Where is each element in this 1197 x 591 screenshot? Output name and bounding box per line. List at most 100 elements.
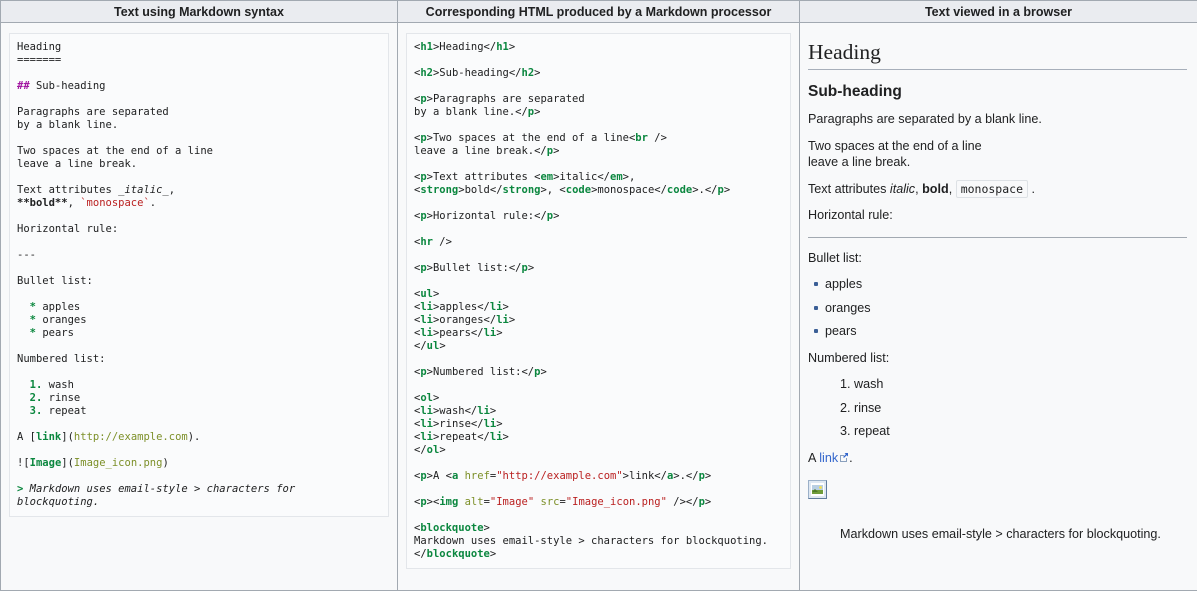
code-line: ![Image](Image_icon.png) xyxy=(17,457,381,470)
attr-prefix: Text attributes xyxy=(808,182,890,196)
code-line: <p>Horizontal rule:</p> xyxy=(414,210,783,223)
code-line xyxy=(414,197,783,210)
code-line xyxy=(17,171,381,184)
code-line xyxy=(17,132,381,145)
bold-sample: bold xyxy=(922,182,949,196)
monospace-sample: monospace xyxy=(956,180,1028,198)
code-line: <ol> xyxy=(414,392,783,405)
markdown-source-cell: Heading======= ## Sub-heading Paragraphs a… xyxy=(1,23,398,591)
markdown-source-code: Heading======= ## Sub-heading Paragraphs a… xyxy=(17,41,381,509)
code-line: <li>repeat</li> xyxy=(414,431,783,444)
code-line xyxy=(414,80,783,93)
code-line xyxy=(414,54,783,67)
line-break-text-2: leave a line break. xyxy=(808,155,910,169)
code-line: <p>Two spaces at the end of a line<br /> xyxy=(414,132,783,145)
code-line xyxy=(17,340,381,353)
rendered-blockquote: Markdown uses email-style > characters f… xyxy=(840,526,1187,543)
code-line: 2. rinse xyxy=(17,392,381,405)
column-header-markdown: Text using Markdown syntax xyxy=(1,1,398,23)
code-line xyxy=(17,93,381,106)
code-line: Bullet list: xyxy=(17,275,381,288)
table-header-row: Text using Markdown syntax Corresponding… xyxy=(1,1,1197,23)
table-body-row: Heading=======## Sub-headingParagraphs a… xyxy=(1,23,1197,591)
rendered-bullet-label: Bullet list: xyxy=(808,250,1187,267)
browser-render: Heading Sub-heading Paragraphs are separ… xyxy=(800,23,1197,558)
code-line: * pears xyxy=(17,327,381,340)
external-link-icon xyxy=(839,450,849,467)
code-line: <li>wash</li> xyxy=(414,405,783,418)
rendered-paragraph-1: Paragraphs are separated by a blank line… xyxy=(808,111,1187,128)
rendered-numbered-label: Numbered list: xyxy=(808,350,1187,367)
external-link-label[interactable]: link xyxy=(819,451,838,465)
code-line: <li>oranges</li> xyxy=(414,314,783,327)
code-line: Paragraphs are separated xyxy=(17,106,381,119)
code-line xyxy=(414,158,783,171)
attr-suffix: . xyxy=(1028,182,1035,196)
code-line: Markdown uses email-style > characters f… xyxy=(414,535,783,548)
code-line: 3. repeat xyxy=(17,405,381,418)
code-line: Heading xyxy=(17,41,381,54)
code-line: <p>Text attributes <em>italic</em>, xyxy=(414,171,783,184)
code-line: Numbered list: xyxy=(17,353,381,366)
column-header-browser: Text viewed in a browser xyxy=(800,1,1197,23)
code-line: * apples xyxy=(17,301,381,314)
code-line xyxy=(17,236,381,249)
rendered-text-attributes: Text attributes italic, bold, monospace … xyxy=(808,181,1187,198)
code-line: Horizontal rule: xyxy=(17,223,381,236)
code-line xyxy=(414,509,783,522)
attr-sep2: , xyxy=(949,182,956,196)
code-line: <li>rinse</li> xyxy=(414,418,783,431)
link-suffix: . xyxy=(849,451,853,465)
italic-sample: italic xyxy=(890,182,915,196)
browser-render-cell: Heading Sub-heading Paragraphs are separ… xyxy=(800,23,1197,591)
code-line: Text attributes _italic_, xyxy=(17,184,381,197)
code-line xyxy=(17,470,381,483)
code-line: </blockquote> xyxy=(414,548,783,561)
list-item: rinse xyxy=(854,400,1187,417)
code-line: <p>Paragraphs are separated xyxy=(414,93,783,106)
markdown-comparison-table: Text using Markdown syntax Corresponding… xyxy=(0,0,1197,591)
external-link[interactable]: link xyxy=(819,451,849,465)
list-item: repeat xyxy=(854,423,1187,440)
rendered-heading: Heading xyxy=(808,40,1187,70)
rendered-link-paragraph: A link. xyxy=(808,450,1187,467)
code-line xyxy=(414,353,783,366)
code-line xyxy=(17,444,381,457)
code-line: blockquoting. xyxy=(17,496,381,509)
code-line xyxy=(17,418,381,431)
rendered-subheading: Sub-heading xyxy=(808,83,1187,101)
line-break-text-1: Two spaces at the end of a line xyxy=(808,139,982,153)
code-line: </ul> xyxy=(414,340,783,353)
code-line: <p>Numbered list:</p> xyxy=(414,366,783,379)
code-line: <p>A <a href="http://example.com">link</… xyxy=(414,470,783,483)
code-line xyxy=(17,262,381,275)
code-line: A [link](http://example.com). xyxy=(17,431,381,444)
code-line: ======= xyxy=(17,54,381,67)
rendered-paragraph-2: Two spaces at the end of a line leave a l… xyxy=(808,138,1187,171)
code-line: <li>apples</li> xyxy=(414,301,783,314)
list-item: wash xyxy=(854,376,1187,393)
code-line xyxy=(414,483,783,496)
code-line: <hr /> xyxy=(414,236,783,249)
code-line xyxy=(17,288,381,301)
code-line xyxy=(17,67,381,80)
image-placeholder-icon xyxy=(808,480,827,499)
code-line: by a blank line. xyxy=(17,119,381,132)
code-line: ## Sub-heading xyxy=(17,80,381,93)
code-line: leave a line break. xyxy=(17,158,381,171)
code-line: <p>Bullet list:</p> xyxy=(414,262,783,275)
code-line: <li>pears</li> xyxy=(414,327,783,340)
code-line: 1. wash xyxy=(17,379,381,392)
code-line xyxy=(414,457,783,470)
list-item: pears xyxy=(810,323,1187,340)
code-line: </ol> xyxy=(414,444,783,457)
code-line: <blockquote> xyxy=(414,522,783,535)
code-line: <ul> xyxy=(414,288,783,301)
rendered-numbered-list: wash rinse repeat xyxy=(808,376,1187,440)
list-item: apples xyxy=(810,276,1187,293)
html-output-cell: <h1>Heading</h1><h2>Sub-heading</h2><p>P… xyxy=(398,23,800,591)
rendered-bullet-list: applesorangespears xyxy=(810,276,1187,340)
code-line xyxy=(414,249,783,262)
code-line: --- xyxy=(17,249,381,262)
html-output-prebox: <h1>Heading</h1><h2>Sub-heading</h2><p>P… xyxy=(406,33,791,569)
